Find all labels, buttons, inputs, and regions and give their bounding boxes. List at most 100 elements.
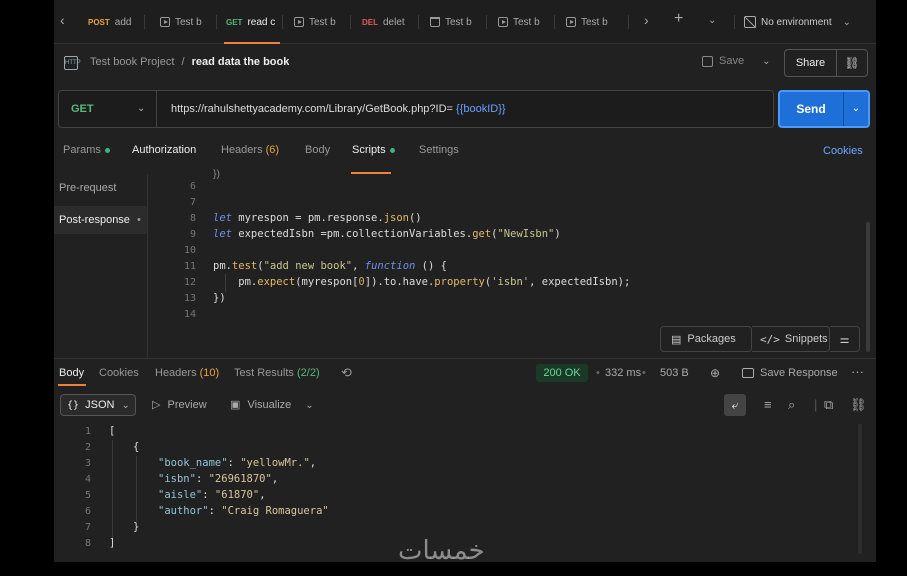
- tab-test-book-3[interactable]: Test b: [430, 10, 480, 34]
- tab-test-book-1[interactable]: Test b: [160, 10, 210, 34]
- snippets-button[interactable]: </> Snippets: [752, 326, 830, 352]
- chevron-down-icon[interactable]: ⌄: [762, 56, 770, 67]
- indent-guide: [112, 440, 113, 540]
- globe-icon[interactable]: ⊕: [710, 366, 720, 380]
- save-response-label: Save Response: [760, 367, 838, 379]
- tab-test-book-5[interactable]: Test b: [566, 10, 616, 34]
- post-response-tab[interactable]: Post-response •: [54, 206, 147, 234]
- tab-scripts[interactable]: Scripts: [352, 144, 395, 156]
- search-icon[interactable]: ⌕: [788, 397, 795, 413]
- tab-settings[interactable]: Settings: [419, 144, 459, 156]
- link-icon[interactable]: ⛓: [850, 397, 867, 413]
- chevron-right-icon[interactable]: ›: [644, 12, 649, 28]
- play-icon: [498, 17, 508, 27]
- filter-icon[interactable]: ≡: [764, 397, 772, 412]
- code-icon: </>: [760, 332, 780, 346]
- cookies-link[interactable]: Cookies: [823, 145, 863, 157]
- http-request-icon: HTTP: [64, 56, 81, 70]
- history-icon[interactable]: ⟲: [341, 365, 352, 381]
- json-line: "aisle": "61870",: [158, 489, 266, 501]
- breadcrumb-project[interactable]: Test book Project: [90, 56, 174, 68]
- tab-test-book-2[interactable]: Test b: [294, 10, 344, 34]
- method-value: GET: [71, 103, 94, 115]
- line-number: 8: [84, 538, 91, 549]
- save-response-button[interactable]: Save Response: [742, 367, 838, 379]
- tab-label: Test b: [175, 16, 202, 28]
- more-options-icon[interactable]: ···: [851, 364, 864, 379]
- tab-headers[interactable]: Headers (6): [221, 144, 279, 156]
- chevron-down-icon[interactable]: ⌄: [843, 92, 868, 126]
- environment-selector[interactable]: No environment ⌄: [744, 10, 869, 34]
- tab-add-book[interactable]: POST add: [88, 10, 138, 34]
- environment-label: No environment: [761, 16, 832, 28]
- tab-label: read c: [247, 16, 276, 28]
- preview-button[interactable]: ▷ Preview: [152, 398, 207, 411]
- chevron-down-icon: ⌄: [137, 103, 146, 114]
- format-value: JSON: [85, 399, 115, 411]
- tab-delete-book[interactable]: DEL delet: [362, 10, 412, 34]
- link-icon[interactable]: ⛓: [837, 50, 867, 76]
- play-icon: [566, 17, 576, 27]
- json-line: "isbn": "26961870",: [158, 473, 279, 485]
- send-button[interactable]: Send: [780, 92, 842, 126]
- url-input[interactable]: https://rahulshettyacademy.com/Library/G…: [171, 103, 506, 115]
- tab-authorization[interactable]: Authorization: [132, 144, 196, 156]
- tab-label: Test b: [309, 16, 336, 28]
- response-tab-body[interactable]: Body: [59, 367, 84, 379]
- packages-button[interactable]: ▤ Packages: [660, 326, 752, 352]
- breadcrumb-current[interactable]: read data the book: [192, 56, 290, 68]
- play-icon: [294, 17, 304, 27]
- pre-request-tab[interactable]: Pre-request: [59, 182, 116, 194]
- script-settings-button[interactable]: ⚌: [830, 326, 860, 352]
- play-icon: [160, 17, 170, 27]
- script-editor[interactable]: }) 6 7 8 9 10 11 12 13 14 let myrespon =…: [148, 168, 876, 358]
- tab-read-data[interactable]: GET read c: [226, 10, 276, 34]
- chevron-left-icon[interactable]: ‹: [60, 12, 65, 28]
- url-bar: GET ⌄ https://rahulshettyacademy.com/Lib…: [58, 90, 774, 128]
- save-label: Save: [719, 55, 745, 67]
- json-line: {: [133, 441, 140, 453]
- response-size[interactable]: 503 B: [660, 367, 689, 379]
- indent-guide: [225, 274, 226, 292]
- pane-divider[interactable]: [54, 358, 876, 359]
- json-line: ]: [109, 537, 116, 549]
- line-number: 4: [84, 474, 91, 485]
- url-variable: {{bookID}}: [456, 103, 506, 115]
- status-dot: •: [137, 214, 141, 226]
- request-tab-strip: ‹ POST add Test b GET read c Test b DEL …: [54, 0, 876, 44]
- response-time[interactable]: 332 ms: [605, 367, 641, 379]
- response-tab-cookies[interactable]: Cookies: [99, 367, 139, 379]
- sliders-icon: ⚌: [839, 333, 850, 346]
- line-number: 10: [183, 245, 196, 256]
- copy-icon[interactable]: ⧉: [824, 397, 833, 413]
- trash-icon: [430, 17, 440, 27]
- share-button[interactable]: Share: [785, 50, 837, 76]
- response-tab-headers[interactable]: Headers (10): [155, 367, 219, 379]
- tab-params[interactable]: Params: [63, 144, 110, 156]
- plus-icon[interactable]: +: [674, 10, 683, 28]
- format-select[interactable]: {} JSON ⌄: [60, 394, 136, 416]
- send-button-group: Send ⌄: [778, 90, 870, 128]
- save-button[interactable]: Save ⌄: [702, 55, 770, 67]
- save-icon: [702, 55, 713, 67]
- line-number: 2: [84, 442, 91, 453]
- packages-label: Packages: [687, 333, 736, 345]
- tab-body[interactable]: Body: [305, 144, 330, 156]
- status-badge[interactable]: 200 OK: [536, 364, 588, 382]
- code-line: }): [213, 292, 226, 304]
- method-select[interactable]: GET ⌄: [59, 91, 157, 127]
- word-wrap-icon[interactable]: ⤶: [724, 394, 746, 416]
- response-tab-tests[interactable]: Test Results (2/2): [234, 367, 320, 379]
- code-line: }): [213, 168, 221, 180]
- line-number: 12: [183, 277, 196, 288]
- breadcrumb-separator: /: [181, 56, 185, 68]
- code-line: pm.test("add new book", function () {: [213, 260, 447, 272]
- editor-scrollbar[interactable]: [866, 222, 870, 352]
- chevron-down-icon[interactable]: ⌄: [305, 400, 313, 411]
- snippets-label: Snippets: [784, 333, 828, 345]
- chevron-down-icon[interactable]: ⌄: [708, 15, 716, 26]
- response-scrollbar[interactable]: [858, 424, 862, 554]
- tab-test-book-4[interactable]: Test b: [498, 10, 548, 34]
- visualize-button[interactable]: ▣ Visualize ⌄: [230, 398, 314, 411]
- package-icon: ▤: [671, 333, 682, 346]
